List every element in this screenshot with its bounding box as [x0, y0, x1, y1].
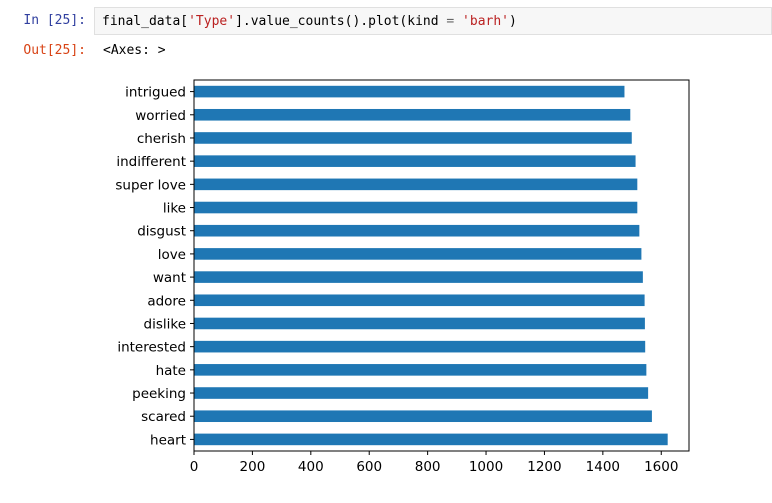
- y-tick-label: adore: [147, 293, 186, 309]
- x-tick-label: 800: [415, 459, 441, 475]
- y-tick-label: like: [163, 201, 186, 217]
- bar: [194, 410, 652, 423]
- bar: [194, 132, 632, 144]
- x-tick-label: 0: [190, 459, 199, 475]
- y-tick-label: dislike: [144, 316, 187, 332]
- notebook: In [25]: final_data['Type'].value_counts…: [0, 0, 772, 503]
- bar: [194, 85, 625, 98]
- bar: [194, 294, 645, 307]
- barh-chart: heart scared peeking hate interested dislike a…: [115, 79, 690, 475]
- bar: [194, 340, 646, 353]
- y-tick-label: peeking: [132, 386, 186, 402]
- y-tick-label: cherish: [137, 131, 186, 147]
- x-tick-label: 1600: [644, 459, 678, 475]
- y-tick-label: worried: [135, 108, 186, 124]
- y-tick-label: indifferent: [116, 154, 186, 170]
- x-tick-label: 1200: [527, 459, 561, 475]
- x-tick-label: 200: [240, 459, 266, 475]
- y-tick-label: love: [158, 247, 186, 263]
- y-tick-label: interested: [117, 340, 186, 356]
- bar: [194, 224, 640, 237]
- bar: [194, 248, 642, 260]
- bar: [194, 317, 645, 330]
- y-tick-label: want: [153, 270, 186, 286]
- y-tick-label: hate: [156, 363, 186, 379]
- bar: [194, 433, 668, 446]
- bar: [194, 108, 631, 121]
- y-tick-label: disgust: [137, 224, 186, 240]
- bar: [194, 364, 647, 376]
- y-tick-label: super love: [115, 177, 186, 193]
- bar: [194, 178, 638, 191]
- bar: [194, 271, 643, 283]
- y-tick-label: scared: [141, 409, 186, 425]
- y-tick-label: heart: [150, 432, 186, 448]
- chart-area: heart scared peeking hate interested dislike a…: [0, 0, 772, 503]
- x-tick-label: 600: [356, 459, 382, 475]
- x-tick-label: 1400: [586, 459, 620, 475]
- x-tick-label: 400: [298, 459, 324, 475]
- bar: [194, 201, 638, 214]
- bar: [194, 387, 649, 399]
- bar: [194, 155, 636, 167]
- y-tick-label: intrigued: [125, 85, 186, 101]
- x-tick-label: 1000: [469, 459, 503, 475]
